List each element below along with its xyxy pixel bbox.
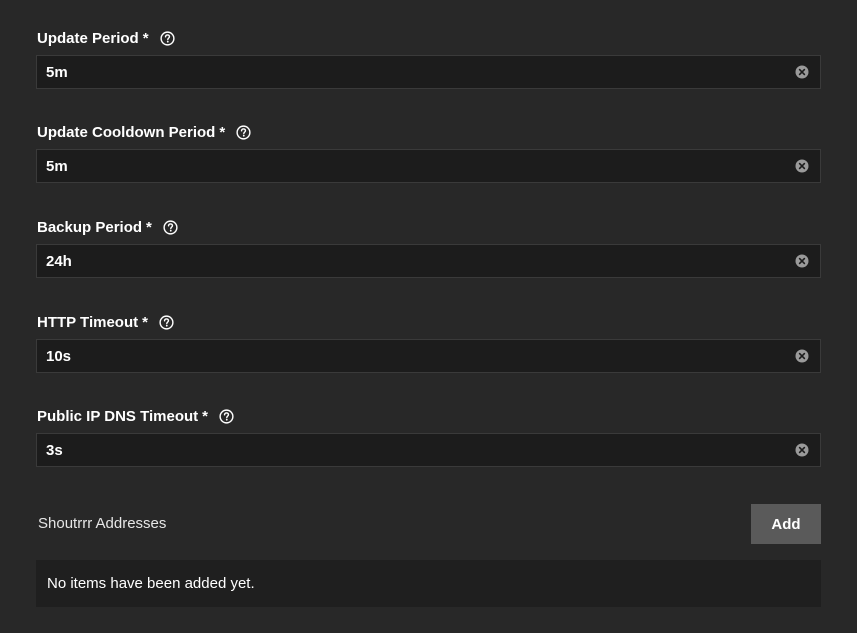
clear-icon[interactable]	[795, 65, 809, 79]
field-http-timeout: HTTP Timeout *	[36, 311, 821, 373]
update-cooldown-period-input[interactable]	[37, 150, 795, 182]
settings-form: Update Period * Update Cooldown Period *	[0, 0, 857, 633]
field-label: Update Period	[37, 29, 139, 47]
required-marker: *	[142, 29, 149, 47]
update-period-input-wrap	[36, 55, 821, 89]
empty-list-text: No items have been added yet.	[47, 575, 255, 592]
help-icon[interactable]	[219, 408, 234, 424]
required-marker: *	[219, 123, 226, 141]
field-label: Backup Period	[37, 218, 143, 236]
update-period-input[interactable]	[37, 56, 795, 88]
field-label-row: Update Period *	[36, 27, 821, 49]
field-label: Update Cooldown Period	[37, 123, 216, 141]
field-label-row: Update Cooldown Period *	[36, 121, 821, 143]
help-icon[interactable]	[159, 30, 175, 46]
field-label-row: HTTP Timeout *	[36, 311, 821, 333]
http-timeout-input-wrap	[36, 339, 821, 373]
required-marker: *	[142, 313, 148, 331]
shoutrrr-title: Shoutrrr Addresses	[38, 515, 167, 532]
clear-icon[interactable]	[795, 254, 809, 268]
help-icon[interactable]	[159, 314, 174, 330]
shoutrrr-list-header: Shoutrrr Addresses Add	[36, 504, 821, 544]
http-timeout-input[interactable]	[37, 340, 795, 372]
backup-period-input-wrap	[36, 244, 821, 278]
field-update-cooldown-period: Update Cooldown Period *	[36, 121, 821, 183]
backup-period-input[interactable]	[37, 245, 795, 277]
required-marker: *	[146, 218, 152, 236]
field-update-period: Update Period *	[36, 27, 821, 89]
public-ip-dns-timeout-input-wrap	[36, 433, 821, 467]
add-button[interactable]: Add	[751, 504, 821, 544]
public-ip-dns-timeout-input[interactable]	[37, 434, 795, 466]
help-icon[interactable]	[236, 124, 251, 140]
clear-icon[interactable]	[795, 159, 809, 173]
field-label-row: Public IP DNS Timeout *	[36, 405, 821, 427]
empty-list-placeholder: No items have been added yet.	[36, 560, 821, 607]
field-label: HTTP Timeout	[37, 313, 139, 331]
help-icon[interactable]	[163, 219, 178, 235]
clear-icon[interactable]	[795, 443, 809, 457]
clear-icon[interactable]	[795, 349, 809, 363]
field-backup-period: Backup Period *	[36, 216, 821, 278]
update-cooldown-period-input-wrap	[36, 149, 821, 183]
field-label: Public IP DNS Timeout	[37, 407, 199, 425]
required-marker: *	[202, 407, 208, 425]
field-label-row: Backup Period *	[36, 216, 821, 238]
field-public-ip-dns-timeout: Public IP DNS Timeout *	[36, 405, 821, 467]
